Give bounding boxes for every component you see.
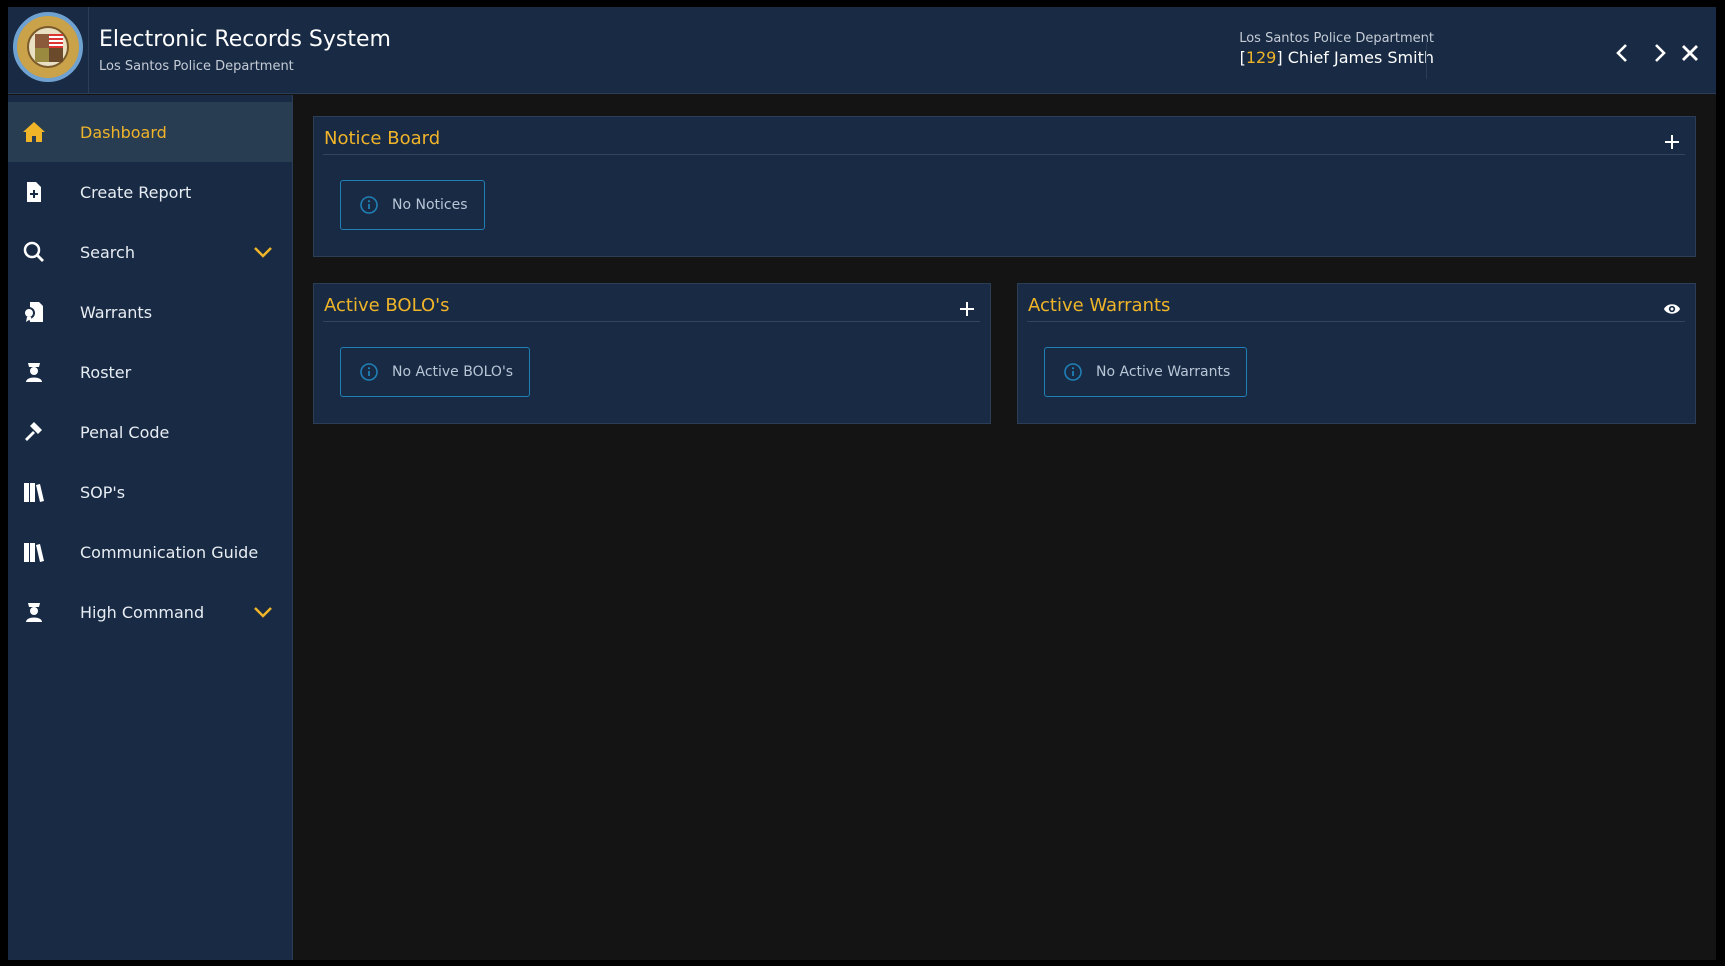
books-icon: [24, 483, 44, 502]
sidebar-item-dashboard[interactable]: Dashboard: [8, 102, 292, 162]
sidebar-item-create-report[interactable]: Create Report: [8, 162, 292, 222]
user-department: Los Santos Police Department: [1239, 31, 1434, 46]
header-divider: [88, 7, 89, 94]
info-icon: [1064, 363, 1082, 381]
close-icon: [1682, 45, 1698, 61]
info-icon: [360, 196, 378, 214]
sidebar-item-label: High Command: [80, 602, 205, 622]
add-notice-button[interactable]: [1663, 133, 1681, 151]
sidebar-item-penal-code[interactable]: Penal Code: [8, 402, 292, 462]
user-name: Chief James Smith: [1282, 48, 1434, 67]
user-info: Los Santos Police Department [129] Chief…: [1239, 31, 1434, 67]
empty-text: No Active BOLO's: [392, 364, 514, 380]
search-icon: [23, 241, 44, 262]
app-title: Electronic Records System: [99, 27, 391, 52]
sidebar-item-warrants[interactable]: Warrants: [8, 282, 292, 342]
back-button[interactable]: [1611, 41, 1635, 65]
active-warrants-panel: Active Warrants No Active Warrants: [1017, 283, 1696, 424]
notice-board-panel: Notice Board No Notices: [313, 116, 1696, 257]
empty-state-warrants: No Active Warrants: [1044, 347, 1248, 397]
chevron-down-icon[interactable]: [253, 604, 273, 620]
header: Electronic Records System Los Santos Pol…: [8, 7, 1716, 94]
sidebar-item-label: Create Report: [80, 182, 192, 202]
panel-divider: [1027, 321, 1685, 322]
close-button[interactable]: [1678, 41, 1702, 65]
info-icon: [360, 363, 378, 381]
sidebar-item-communication-guide[interactable]: Communication Guide: [8, 522, 292, 582]
panel-title: Active Warrants: [1028, 295, 1171, 316]
empty-text: No Notices: [392, 197, 468, 213]
officer-icon: [26, 363, 42, 382]
sidebar-item-roster[interactable]: Roster: [8, 342, 292, 402]
sidebar-item-high-command[interactable]: High Command: [8, 582, 292, 642]
gavel-icon: [25, 422, 42, 441]
sidebar: Dashboard Create Report Search Warrants …: [8, 95, 293, 960]
officer-icon: [26, 603, 42, 622]
sidebar-item-label: Roster: [80, 362, 132, 382]
active-bolos-panel: Active BOLO's No Active BOLO's: [313, 283, 991, 424]
user-divider: [1426, 37, 1427, 79]
chevron-left-icon: [1616, 44, 1627, 62]
department-seal-logo: [13, 12, 83, 82]
empty-state-notice: No Notices: [340, 180, 485, 230]
empty-text: No Active Warrants: [1096, 364, 1231, 380]
forward-button[interactable]: [1647, 41, 1671, 65]
warrant-file-icon: [23, 302, 43, 322]
panel-divider: [323, 321, 980, 322]
add-bolo-button[interactable]: [958, 300, 976, 318]
sidebar-item-label: Dashboard: [80, 122, 167, 142]
badge-number: 129: [1245, 48, 1277, 67]
sidebar-item-label: SOP's: [80, 482, 126, 502]
sidebar-item-label: Penal Code: [80, 422, 170, 442]
panel-title: Active BOLO's: [324, 295, 450, 316]
sidebar-item-label: Search: [80, 242, 135, 262]
sidebar-item-search[interactable]: Search: [8, 222, 292, 282]
user-name-line: [129] Chief James Smith: [1239, 48, 1434, 67]
sidebar-item-label: Warrants: [80, 302, 153, 322]
books-icon: [24, 543, 44, 562]
panel-title: Notice Board: [324, 128, 441, 149]
view-warrants-eye-icon[interactable]: [1663, 300, 1681, 318]
file-plus-icon: [27, 182, 41, 202]
chevron-right-icon: [1655, 44, 1666, 62]
panel-divider: [323, 154, 1685, 155]
sidebar-item-sops[interactable]: SOP's: [8, 462, 292, 522]
home-icon: [23, 122, 45, 142]
chevron-down-icon[interactable]: [253, 244, 273, 260]
empty-state-bolos: No Active BOLO's: [340, 347, 531, 397]
app-window: Electronic Records System Los Santos Pol…: [8, 7, 1716, 960]
sidebar-item-label: Communication Guide: [80, 542, 259, 562]
app-subtitle: Los Santos Police Department: [99, 59, 294, 74]
